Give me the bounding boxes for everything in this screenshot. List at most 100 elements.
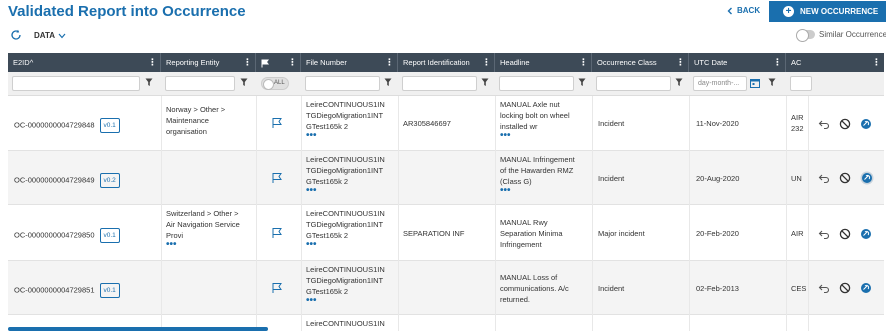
file-number-cell: LeireCONTINUOUS1IN TGDiegoMigration1INT … (306, 100, 385, 141)
undo-icon[interactable] (818, 282, 830, 294)
filter-input-file-number[interactable] (305, 76, 380, 91)
headline-cell: MANUAL Rwy Separation Minima Infringemen… (500, 218, 563, 249)
headline-cell: MANUAL Infringement of the Hawarden RMZ … (500, 155, 575, 196)
sort-asc-icon: ^ (29, 58, 34, 67)
refresh-icon[interactable] (10, 29, 22, 41)
filter-input-reporting-entity[interactable] (165, 76, 235, 91)
more-icon[interactable]: ••• (306, 186, 385, 196)
e2id-cell: OC-0000000004729851 v0.1 (14, 283, 120, 298)
undo-icon[interactable] (818, 228, 830, 240)
funnel-icon[interactable] (240, 78, 248, 87)
column-header-e2id[interactable]: E2ID^ ⋮ (8, 53, 161, 72)
filter-input-utc-date[interactable]: day-month-... (693, 76, 747, 91)
funnel-icon[interactable] (384, 78, 392, 87)
calendar-icon[interactable] (750, 78, 760, 88)
block-icon[interactable] (839, 282, 851, 294)
column-header-occurrence-class[interactable]: Occurrence Class ⋮ (592, 53, 689, 72)
chevron-down-icon (58, 33, 66, 38)
table-row[interactable]: OC-0000000004729850 v0.1 Switzerland > Ot… (8, 205, 884, 261)
ac-cell: UN (791, 174, 802, 183)
column-divider (689, 96, 690, 331)
occurrence-class-cell: Incident (598, 119, 625, 128)
column-header-report-identification[interactable]: Report Identification ⋮ (398, 53, 495, 72)
version-badge[interactable]: v0.1 (99, 118, 120, 133)
table-row[interactable]: OC-0000000004729851 v0.1 LeireCONTINUOUS1… (8, 261, 884, 315)
more-icon[interactable]: ••• (166, 240, 240, 250)
undo-icon[interactable] (818, 172, 830, 184)
link-icon[interactable] (860, 228, 872, 240)
version-badge[interactable]: v0.1 (99, 228, 120, 243)
column-header-headline[interactable]: Headline ⋮ (495, 53, 592, 72)
column-menu-icon[interactable]: ⋮ (676, 53, 685, 72)
chevron-left-icon (727, 7, 732, 14)
file-number-cell: LeireCONTINUOUS1IN TGDiegoMigration1INT … (306, 155, 385, 196)
flag-icon[interactable] (271, 172, 283, 184)
more-icon[interactable]: ••• (306, 296, 385, 306)
ac-cell: AIR (791, 229, 804, 238)
funnel-icon[interactable] (145, 78, 153, 87)
filter-input-occurrence-class[interactable] (596, 76, 671, 91)
flag-icon[interactable] (271, 227, 283, 239)
similar-occurrence-label: Similar Occurrence (819, 30, 886, 39)
filter-input-e2id[interactable] (12, 76, 140, 91)
funnel-icon[interactable] (768, 78, 776, 87)
toggle-switch[interactable] (796, 29, 815, 42)
occurrence-class-cell: Incident (598, 174, 625, 183)
data-menu[interactable]: DATA (34, 31, 66, 40)
block-icon[interactable] (839, 228, 851, 240)
flag-icon[interactable] (271, 117, 283, 129)
link-icon[interactable] (860, 171, 874, 185)
report-identification-cell: AR305846697 (403, 119, 451, 128)
column-header-flag[interactable]: ⋮ (256, 53, 301, 72)
similar-occurrence-toggle[interactable]: Similar Occurrence (796, 29, 886, 42)
filter-input-ac[interactable] (790, 76, 812, 91)
funnel-icon[interactable] (675, 78, 683, 87)
column-header-file-number[interactable]: File Number ⋮ (301, 53, 398, 72)
column-menu-icon[interactable]: ⋮ (148, 53, 157, 72)
column-divider (592, 96, 593, 331)
column-menu-icon[interactable]: ⋮ (773, 53, 782, 72)
report-identification-cell: SEPARATION INF (403, 229, 465, 238)
block-icon[interactable] (839, 118, 851, 130)
link-icon[interactable] (860, 118, 872, 130)
back-button[interactable]: BACK (726, 6, 760, 15)
utc-date-cell: 11-Nov-2020 (696, 119, 739, 128)
block-icon[interactable] (839, 172, 851, 184)
more-icon[interactable]: ••• (306, 240, 385, 250)
more-icon[interactable]: ••• (500, 186, 575, 196)
link-icon[interactable] (860, 282, 872, 294)
horizontal-scrollbar[interactable] (8, 327, 268, 331)
version-badge[interactable]: v0.1 (99, 283, 120, 298)
column-menu-icon[interactable]: ⋮ (872, 53, 881, 72)
column-divider (256, 96, 257, 331)
column-divider (398, 96, 399, 331)
new-occurrence-button[interactable]: + NEW OCCURRENCE (769, 1, 886, 22)
more-icon[interactable]: ••• (306, 131, 385, 141)
version-badge[interactable]: v0.2 (99, 173, 120, 188)
more-icon[interactable]: ••• (500, 131, 570, 141)
column-header-reporting-entity[interactable]: Reporting Entity ⋮ (161, 53, 256, 72)
filter-input-headline[interactable] (499, 76, 574, 91)
column-header-ac[interactable]: AC ⋮ (786, 53, 884, 72)
page-title: Validated Report into Occurrence (8, 3, 246, 20)
ac-cell: CES (791, 284, 807, 293)
back-label: BACK (737, 6, 761, 15)
filter-input-report-identification[interactable] (402, 76, 477, 91)
undo-icon[interactable] (818, 118, 830, 130)
column-menu-icon[interactable]: ⋮ (288, 53, 297, 72)
ac-cell: AIR 232 (791, 113, 804, 133)
funnel-icon[interactable] (481, 78, 489, 87)
table-row[interactable]: OC-0000000004729848 v0.1 Norway > Other >… (8, 96, 884, 151)
table-row[interactable]: OC-0000000004729849 v0.2 LeireCONTINUOUS1… (8, 151, 884, 205)
flag-filter-toggle[interactable]: ALL (261, 77, 289, 90)
funnel-icon[interactable] (578, 78, 586, 87)
column-menu-icon[interactable]: ⋮ (482, 53, 491, 72)
column-menu-icon[interactable]: ⋮ (579, 53, 588, 72)
column-menu-icon[interactable]: ⋮ (385, 53, 394, 72)
utc-date-cell: 20-Feb-2020 (696, 229, 739, 238)
column-divider (786, 96, 787, 331)
column-menu-icon[interactable]: ⋮ (243, 53, 252, 72)
flag-icon[interactable] (271, 282, 283, 294)
occurrence-class-cell: Incident (598, 284, 625, 293)
column-header-utc-date[interactable]: UTC Date ⋮ (689, 53, 786, 72)
